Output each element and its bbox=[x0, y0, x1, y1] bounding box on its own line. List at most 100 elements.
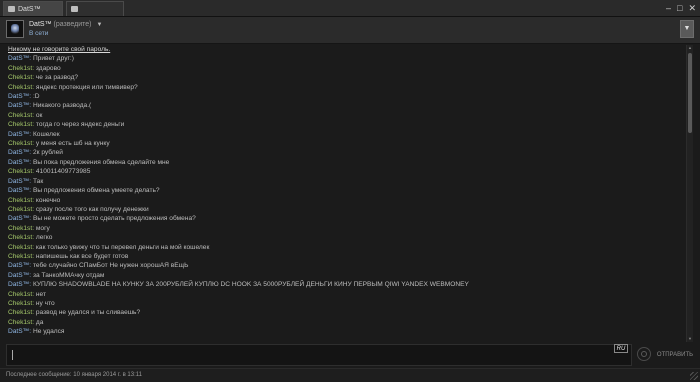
chat-message: Chek1st: здарово bbox=[8, 64, 684, 73]
restore-icon[interactable]: □ bbox=[677, 3, 682, 13]
chat-message: Chek1st: ок bbox=[8, 111, 684, 120]
text-caret bbox=[12, 350, 13, 360]
resize-grip[interactable] bbox=[690, 372, 698, 380]
message-sender[interactable]: DatS™ bbox=[8, 102, 29, 109]
message-sender[interactable]: Chek1st bbox=[8, 197, 32, 204]
chat-message: DatS™: Вы предложения обмена умеете дела… bbox=[8, 186, 684, 195]
message-text: развод не удался и ты сливаешь? bbox=[35, 309, 141, 317]
message-text: Привет друг:) bbox=[32, 55, 74, 63]
tab-chat-other[interactable] bbox=[66, 1, 124, 16]
message-sender[interactable]: DatS™ bbox=[8, 281, 29, 288]
message-text: Вы пока предложения обмена сделайте мне bbox=[32, 158, 170, 166]
chat-message: DatS™: :D bbox=[8, 92, 684, 101]
chat-message: DatS™: тебе случайно СПамБот Не нужен хо… bbox=[8, 261, 684, 270]
keyboard-language-indicator: RU bbox=[614, 344, 628, 353]
message-sender[interactable]: Chek1st bbox=[8, 168, 32, 175]
message-sender[interactable]: Chek1st bbox=[8, 309, 32, 316]
message-text: Никакого развода.( bbox=[32, 102, 92, 110]
chat-message: Chek1st: конечно bbox=[8, 196, 684, 205]
message-text: ок bbox=[35, 111, 43, 119]
message-sender[interactable]: DatS™ bbox=[8, 55, 29, 62]
message-text: сразу после того как получу денежки bbox=[35, 205, 149, 213]
message-text: яндекс протекция или тимвивер? bbox=[35, 83, 138, 91]
message-input[interactable] bbox=[6, 344, 632, 366]
close-icon[interactable]: ✕ bbox=[688, 3, 696, 13]
scroll-up-icon[interactable]: ▲ bbox=[687, 45, 693, 51]
scroll-down-icon[interactable]: ▼ bbox=[687, 336, 693, 342]
message-sender[interactable]: Chek1st bbox=[8, 253, 32, 260]
chat-message: DatS™: за ТанкоММАчку отдам bbox=[8, 271, 684, 280]
message-sender[interactable]: DatS™ bbox=[8, 178, 29, 185]
chevron-down-icon[interactable]: ▼ bbox=[96, 22, 102, 28]
message-text: Так bbox=[32, 177, 44, 185]
tab-chat-dats[interactable]: DatS™ bbox=[3, 1, 63, 16]
chat-message: Chek1st: яндекс протекция или тимвивер? bbox=[8, 83, 684, 92]
system-notice: Никому не говорите свой пароль. bbox=[8, 46, 111, 53]
message-text: за ТанкоММАчку отдам bbox=[32, 271, 105, 279]
message-sender[interactable]: Chek1st bbox=[8, 140, 32, 147]
message-sender[interactable]: DatS™ bbox=[8, 272, 29, 279]
triangle-down-icon: ▼ bbox=[683, 25, 691, 32]
message-sender[interactable]: Chek1st bbox=[8, 74, 32, 81]
message-text: :D bbox=[32, 93, 40, 101]
contact-name-row[interactable]: DatS™ (разведите) ▼ bbox=[29, 21, 102, 28]
chat-scrollbar[interactable]: ▲ ▼ bbox=[686, 45, 693, 342]
message-sender[interactable]: DatS™ bbox=[8, 262, 29, 269]
tab-label: DatS™ bbox=[18, 6, 41, 13]
message-text: Вы предложения обмена умеете делать? bbox=[32, 187, 160, 195]
chat-message: Chek1st: у меня есть шб на кунку bbox=[8, 139, 684, 148]
message-sender[interactable]: DatS™ bbox=[8, 159, 29, 166]
message-text: тебе случайно СПамБот Не нужен хорошАЯ в… bbox=[32, 262, 189, 270]
chat-header: DatS™ (разведите) ▼ В сети ▼ bbox=[0, 17, 700, 44]
chat-message: Chek1st: сразу после того как получу ден… bbox=[8, 205, 684, 214]
message-sender[interactable]: Chek1st bbox=[8, 234, 32, 241]
message-text: Не удался bbox=[32, 328, 65, 336]
title-bar: DatS™ – □ ✕ bbox=[0, 0, 700, 17]
message-sender[interactable]: DatS™ bbox=[8, 215, 29, 222]
chat-message: DatS™: Вы не можете просто сделать предл… bbox=[8, 214, 684, 223]
avatar[interactable] bbox=[6, 20, 24, 38]
chat-message: Chek1st: нет bbox=[8, 290, 684, 299]
message-sender[interactable]: Chek1st bbox=[8, 225, 32, 232]
message-text: могу bbox=[35, 224, 50, 232]
chat-menu-button[interactable]: ▼ bbox=[680, 20, 694, 38]
message-sender[interactable]: Chek1st bbox=[8, 84, 32, 91]
message-sender[interactable]: Chek1st bbox=[8, 112, 32, 119]
message-text: у меня есть шб на кунку bbox=[35, 140, 110, 148]
chat-icon bbox=[71, 6, 78, 12]
chat-message: Chek1st: да bbox=[8, 318, 684, 327]
status-footer: Последнее сообщение: 10 января 2014 г. в… bbox=[0, 368, 700, 382]
contact-status: В сети bbox=[29, 30, 49, 37]
scroll-thumb[interactable] bbox=[688, 53, 692, 133]
message-text: Вы не можете просто сделать предложения … bbox=[32, 215, 196, 223]
chat-message: Chek1st: легко bbox=[8, 233, 684, 242]
message-text: как только увижу что ты перевел деньги н… bbox=[35, 243, 210, 251]
message-text: да bbox=[35, 318, 44, 326]
message-text: 2к рублей bbox=[32, 149, 63, 157]
message-sender[interactable]: Chek1st bbox=[8, 65, 32, 72]
message-sender[interactable]: Chek1st bbox=[8, 206, 32, 213]
message-text: напишешь как все будет готов bbox=[35, 252, 129, 260]
chat-message: Chek1st: тогда го через яндекс деньги bbox=[8, 120, 684, 129]
message-sender[interactable]: Chek1st bbox=[8, 291, 32, 298]
message-sender[interactable]: Chek1st bbox=[8, 300, 32, 307]
send-button[interactable]: ОТПРАВИТЬ bbox=[656, 347, 694, 363]
emoticon-button[interactable] bbox=[637, 347, 651, 361]
message-sender[interactable]: DatS™ bbox=[8, 93, 29, 100]
chat-message: DatS™: Привет друг:) bbox=[8, 54, 684, 63]
message-text: че за развод? bbox=[35, 74, 79, 82]
chat-message: Chek1st: 410011409773985 bbox=[8, 167, 684, 176]
chat-message: Chek1st: как только увижу что ты перевел… bbox=[8, 243, 684, 252]
message-sender[interactable]: Chek1st bbox=[8, 121, 32, 128]
message-sender[interactable]: DatS™ bbox=[8, 187, 29, 194]
minimize-icon[interactable]: – bbox=[666, 3, 671, 13]
message-sender[interactable]: Chek1st bbox=[8, 319, 32, 326]
message-sender[interactable]: DatS™ bbox=[8, 149, 29, 156]
message-sender[interactable]: Chek1st bbox=[8, 244, 32, 251]
message-sender[interactable]: DatS™ bbox=[8, 328, 29, 335]
message-text: КУПЛЮ SHADOWBLADE НА КУНКУ ЗА 200РУБЛЕЙ … bbox=[32, 281, 469, 289]
contact-note: (разведите) bbox=[53, 21, 92, 28]
message-text: конечно bbox=[35, 196, 61, 204]
chat-message: DatS™: Кошелек bbox=[8, 130, 684, 139]
message-sender[interactable]: DatS™ bbox=[8, 131, 29, 138]
